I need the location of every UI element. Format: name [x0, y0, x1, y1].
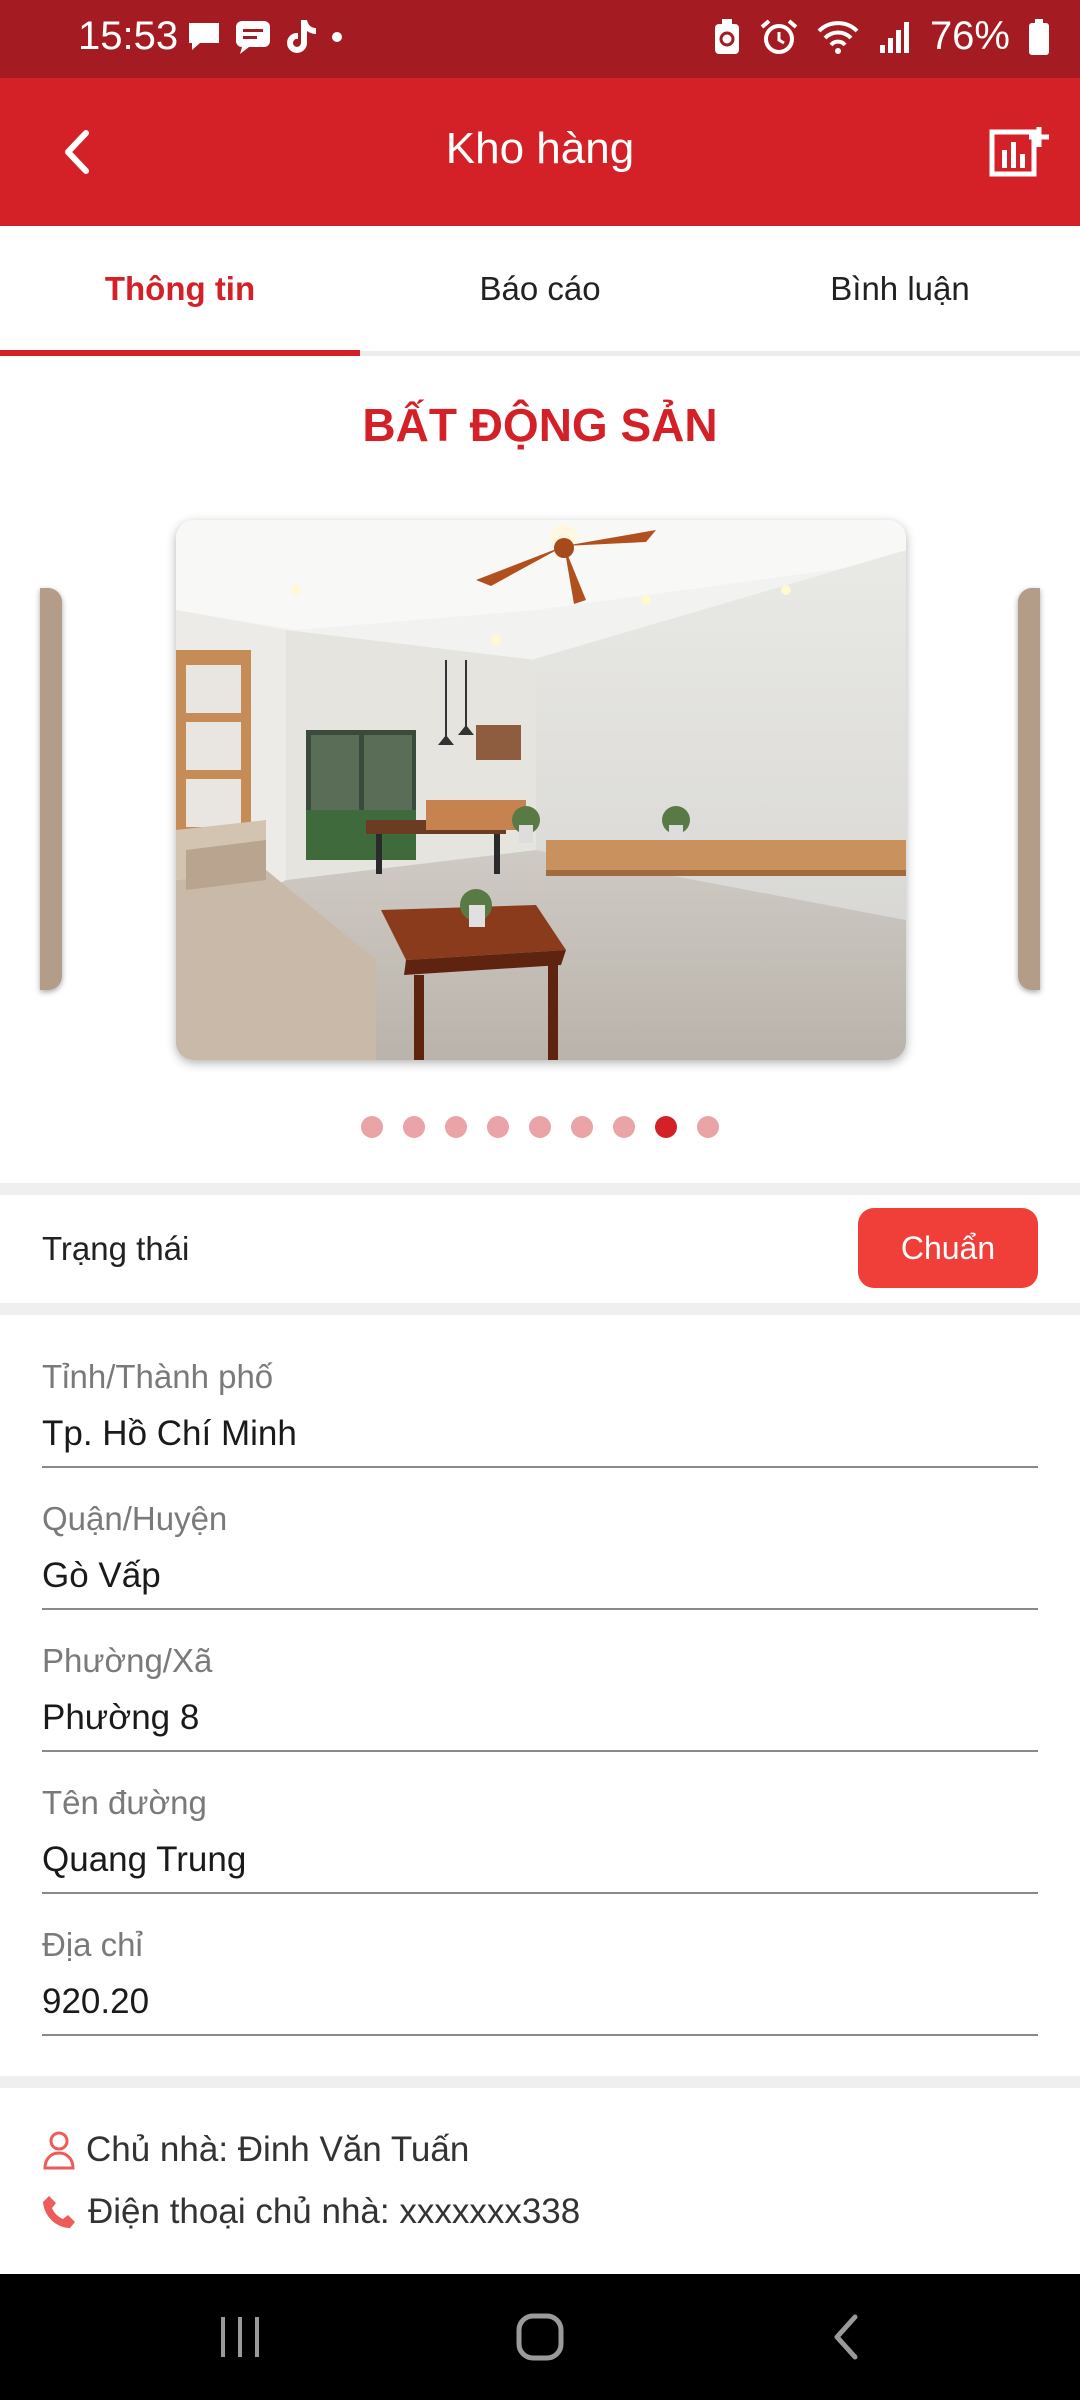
- person-icon: [43, 2131, 75, 2170]
- image-carousel[interactable]: [0, 516, 1080, 1062]
- field-value: 920.20: [42, 1982, 150, 2021]
- field-label: Tỉnh/Thành phố: [42, 1358, 274, 1395]
- battery-saver-icon: [714, 18, 739, 54]
- field-value: Quang Trung: [42, 1840, 247, 1879]
- status-bar: 15:53 76%: [0, 0, 1080, 78]
- page-title: Kho hàng: [445, 124, 635, 173]
- carousel-dot[interactable]: [487, 1116, 509, 1138]
- carousel-dot[interactable]: [403, 1116, 425, 1138]
- status-time: 15:53: [78, 14, 179, 58]
- carousel-dot[interactable]: [529, 1116, 551, 1138]
- property-image[interactable]: [176, 520, 906, 1060]
- battery-icon: [1029, 18, 1049, 55]
- carousel-pagination: [0, 1116, 1080, 1138]
- owner-phone-row[interactable]: Điện thoại chủ nhà: xxxxxxx338: [42, 2192, 580, 2232]
- back-nav-icon: [834, 2314, 858, 2360]
- status-label: Trạng thái: [42, 1230, 190, 1267]
- system-nav-bar: [0, 2274, 1080, 2400]
- alarm-icon: [760, 18, 798, 54]
- field-value: Tp. Hồ Chí Minh: [42, 1414, 297, 1453]
- section-divider: [0, 1183, 1080, 1195]
- carousel-dot[interactable]: [613, 1116, 635, 1138]
- notification-icons: [186, 18, 344, 56]
- tiktok-icon: [287, 20, 316, 53]
- next-image-card[interactable]: [1018, 588, 1040, 990]
- section-divider: [0, 1303, 1080, 1315]
- province-field[interactable]: Tỉnh/Thành phố Tp. Hồ Chí Minh: [42, 1358, 1038, 1468]
- status-row: Trạng thái Chuẩn: [0, 1196, 1080, 1306]
- tab-info[interactable]: Thông tin: [0, 226, 360, 356]
- owner-name-row: Chủ nhà: Đinh Văn Tuấn: [42, 2130, 469, 2170]
- field-value: Phường 8: [42, 1698, 200, 1737]
- carousel-dot[interactable]: [445, 1116, 467, 1138]
- field-value: Gò Vấp: [42, 1556, 161, 1595]
- recent-apps-icon: [221, 2317, 259, 2357]
- carousel-dot[interactable]: [697, 1116, 719, 1138]
- chat-icon: [236, 21, 270, 54]
- message-icon: [189, 23, 219, 50]
- status-badge[interactable]: Chuẩn: [858, 1208, 1038, 1288]
- field-label: Tên đường: [42, 1784, 207, 1821]
- wifi-icon: [817, 20, 859, 54]
- district-field[interactable]: Quận/Huyện Gò Vấp: [42, 1500, 1038, 1610]
- previous-image-card[interactable]: [40, 588, 62, 990]
- street-field[interactable]: Tên đường Quang Trung: [42, 1784, 1038, 1894]
- owner-phone: Điện thoại chủ nhà: xxxxxxx338: [88, 2192, 581, 2231]
- owner-name: Chủ nhà: Đinh Văn Tuấn: [86, 2130, 470, 2169]
- tab-comments[interactable]: Bình luận: [720, 226, 1080, 351]
- carousel-dot[interactable]: [571, 1116, 593, 1138]
- dot-icon: [332, 32, 342, 42]
- section-divider: [0, 2076, 1080, 2088]
- living-room-photo: [176, 520, 906, 1060]
- phone-icon: [43, 2196, 75, 2228]
- home-icon: [516, 2313, 564, 2361]
- home-button[interactable]: [500, 2304, 580, 2370]
- field-label: Quận/Huyện: [42, 1500, 228, 1537]
- tab-reports[interactable]: Báo cáo: [360, 226, 720, 351]
- carousel-dot-active[interactable]: [655, 1116, 677, 1138]
- field-label: Phường/Xã: [42, 1642, 213, 1679]
- tab-bar: Thông tin Báo cáo Bình luận: [0, 226, 1080, 356]
- signal-icon: [879, 21, 909, 53]
- section-title: BẤT ĐỘNG SẢN: [362, 399, 718, 451]
- address-field[interactable]: Địa chỉ 920.20: [42, 1926, 1038, 2036]
- add-report-icon: [989, 127, 1049, 177]
- carousel-dot[interactable]: [361, 1116, 383, 1138]
- battery-percent: 76%: [929, 14, 1010, 58]
- back-nav-button[interactable]: [806, 2304, 886, 2370]
- app-header: Kho hàng: [0, 78, 1080, 226]
- field-label: Địa chỉ: [42, 1926, 143, 1963]
- add-report-button[interactable]: [986, 118, 1052, 184]
- status-right: 76%: [712, 14, 1050, 59]
- ward-field[interactable]: Phường/Xã Phường 8: [42, 1642, 1038, 1752]
- recent-apps-button[interactable]: [200, 2304, 280, 2370]
